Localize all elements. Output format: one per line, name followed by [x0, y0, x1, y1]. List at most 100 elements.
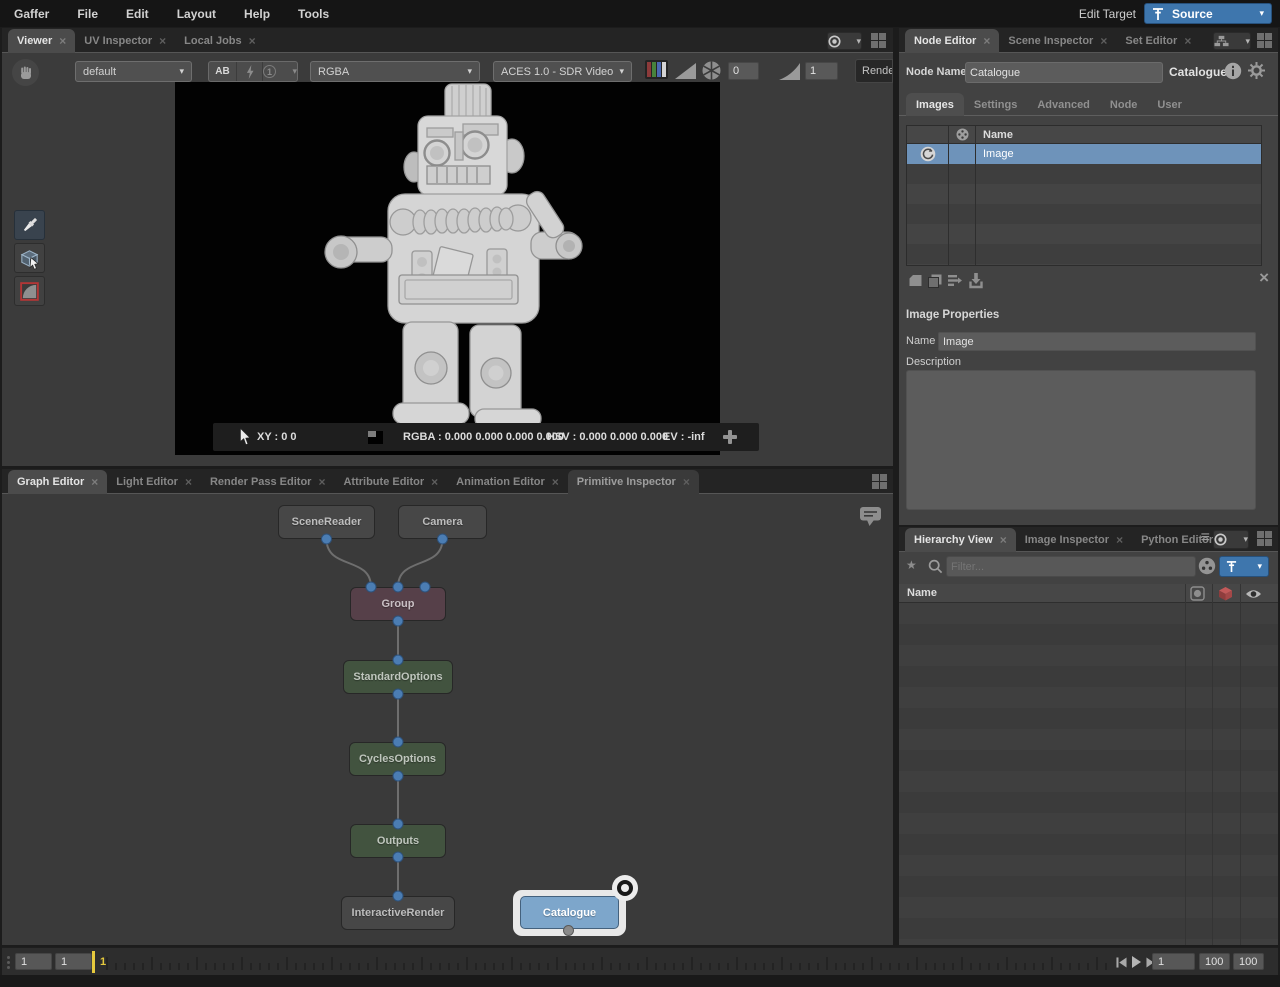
layout-grid-icon[interactable] — [871, 33, 886, 48]
hierarchy-rows[interactable] — [899, 603, 1278, 945]
tab-hierarchy-view[interactable]: Hierarchy View × — [905, 528, 1016, 552]
skip-to-start-icon[interactable] — [1116, 957, 1127, 968]
close-icon[interactable]: × — [318, 476, 325, 488]
gear-icon[interactable] — [1247, 61, 1266, 80]
info-icon[interactable] — [1224, 62, 1242, 80]
subtab-images[interactable]: Images — [906, 93, 964, 116]
tab-primitive-inspector[interactable]: Primitive Inspector × — [568, 470, 699, 494]
node-cyclesoptions[interactable]: CyclesOptions — [349, 742, 446, 776]
viewer-settings-button[interactable]: ▾ — [827, 32, 862, 50]
tab-scene-inspector[interactable]: Scene Inspector × — [999, 30, 1116, 52]
node-group[interactable]: Group — [350, 587, 446, 621]
close-icon[interactable]: × — [185, 476, 192, 488]
close-icon[interactable]: × — [1116, 534, 1123, 546]
close-icon[interactable]: × — [683, 476, 690, 488]
menu-edit[interactable]: Edit — [112, 7, 163, 21]
close-icon[interactable]: × — [159, 35, 166, 47]
editor-focus-menu-button[interactable]: ▾ — [1213, 32, 1251, 50]
node-catalogue[interactable]: Catalogue — [520, 896, 619, 929]
aperture-icon[interactable] — [701, 60, 722, 81]
add-image-icon[interactable] — [908, 273, 923, 288]
layout-grid-icon[interactable] — [872, 474, 887, 489]
status-column-header[interactable] — [907, 126, 949, 143]
node-outputs[interactable]: Outputs — [350, 824, 446, 858]
gamma-icon[interactable] — [779, 63, 800, 80]
display-transform-select[interactable]: ACES 1.0 - SDR Video ▾ — [493, 61, 632, 82]
subtab-user[interactable]: User — [1147, 94, 1191, 115]
tab-uv-inspector[interactable]: UV Inspector × — [75, 30, 175, 52]
add-readout-icon[interactable] — [721, 428, 739, 446]
visibility-column-icon[interactable] — [1245, 588, 1262, 600]
menu-file[interactable]: File — [63, 7, 112, 21]
playhead[interactable] — [92, 951, 95, 973]
tab-set-editor[interactable]: Set Editor × — [1116, 30, 1200, 52]
close-icon[interactable]: × — [249, 35, 256, 47]
node-camera[interactable]: Camera — [398, 505, 487, 539]
editor-focus-menu-button[interactable]: ▾ — [1213, 530, 1249, 549]
close-icon[interactable]: × — [91, 476, 98, 488]
tab-render-pass-editor[interactable]: Render Pass Editor × — [201, 471, 335, 493]
range-end-input[interactable] — [1233, 953, 1264, 970]
render-button[interactable]: Render — [855, 59, 893, 83]
crop-window-tool-button[interactable] — [14, 276, 45, 306]
frame-column-header[interactable] — [949, 126, 976, 143]
subtab-settings[interactable]: Settings — [964, 94, 1027, 115]
edit-target-select[interactable]: Source ▾ — [1144, 3, 1272, 24]
current-frame-input[interactable] — [1152, 953, 1195, 970]
close-icon[interactable]: × — [1000, 534, 1007, 546]
node-scenereader[interactable]: SceneReader — [278, 505, 375, 539]
render-viewport[interactable] — [175, 82, 720, 455]
image-name-input[interactable] — [938, 332, 1256, 351]
description-textarea[interactable] — [906, 370, 1256, 510]
geometry-column-icon[interactable] — [1218, 586, 1233, 601]
clipping-icon[interactable] — [675, 63, 696, 79]
drag-grip-icon[interactable] — [7, 956, 10, 969]
exposure-input[interactable] — [728, 62, 759, 80]
remove-image-icon[interactable]: × — [1259, 268, 1269, 288]
node-standardoptions[interactable]: StandardOptions — [343, 660, 453, 694]
image-row-selected[interactable]: Image — [907, 144, 1261, 164]
close-icon[interactable]: × — [59, 35, 66, 47]
menu-help[interactable]: Help — [230, 7, 284, 21]
play-icon[interactable] — [1131, 956, 1142, 968]
ab-compare-button[interactable]: AB — [209, 62, 237, 81]
close-icon[interactable]: × — [431, 476, 438, 488]
channel-select[interactable]: RGBA ▾ — [310, 61, 480, 82]
export-image-icon[interactable] — [947, 273, 965, 288]
tab-light-editor[interactable]: Light Editor × — [107, 471, 201, 493]
layout-grid-icon[interactable] — [1257, 531, 1272, 546]
close-icon[interactable]: × — [983, 35, 990, 47]
menu-gaffer[interactable]: Gaffer — [0, 7, 63, 21]
tab-local-jobs[interactable]: Local Jobs × — [175, 30, 264, 52]
node-graph-canvas[interactable]: SceneReader Camera Group StandardOptions… — [2, 494, 893, 945]
menu-icon[interactable]: ≡ — [1201, 529, 1210, 547]
tab-attribute-editor[interactable]: Attribute Editor × — [334, 471, 447, 493]
compare-image-select[interactable]: 1 ▾ — [263, 62, 297, 81]
name-column-header[interactable]: Name — [976, 126, 1261, 143]
tab-graph-editor[interactable]: Graph Editor × — [8, 470, 107, 494]
filter-input[interactable] — [946, 556, 1196, 577]
pan-hand-icon[interactable] — [12, 59, 39, 86]
layout-grid-icon[interactable] — [1257, 33, 1272, 48]
subtab-node[interactable]: Node — [1100, 94, 1148, 115]
tab-viewer[interactable]: Viewer × — [8, 29, 75, 53]
range-end-soft-input[interactable] — [1199, 953, 1230, 970]
tab-image-inspector[interactable]: Image Inspector × — [1016, 529, 1132, 551]
name-column-header[interactable]: Name — [907, 587, 937, 599]
close-icon[interactable]: × — [552, 476, 559, 488]
catalogue-output-plug[interactable] — [563, 925, 574, 936]
close-icon[interactable]: × — [1100, 35, 1107, 47]
filter-settings-icon[interactable] — [1198, 557, 1216, 575]
close-icon[interactable]: × — [1184, 35, 1191, 47]
selection-tool-button[interactable] — [14, 243, 45, 273]
range-start-soft-input[interactable] — [55, 953, 92, 970]
focus-ring-icon[interactable] — [611, 874, 639, 902]
node-interactiverender[interactable]: InteractiveRender — [341, 896, 455, 930]
menu-layout[interactable]: Layout — [163, 7, 230, 21]
wipe-button[interactable] — [237, 62, 263, 81]
color-picker-tool-button[interactable] — [14, 210, 45, 240]
soloing-channel-icon[interactable] — [645, 60, 668, 79]
node-name-input[interactable] — [965, 62, 1163, 83]
bookmark-star-icon[interactable]: ★ — [906, 558, 917, 572]
range-start-input[interactable] — [15, 953, 52, 970]
